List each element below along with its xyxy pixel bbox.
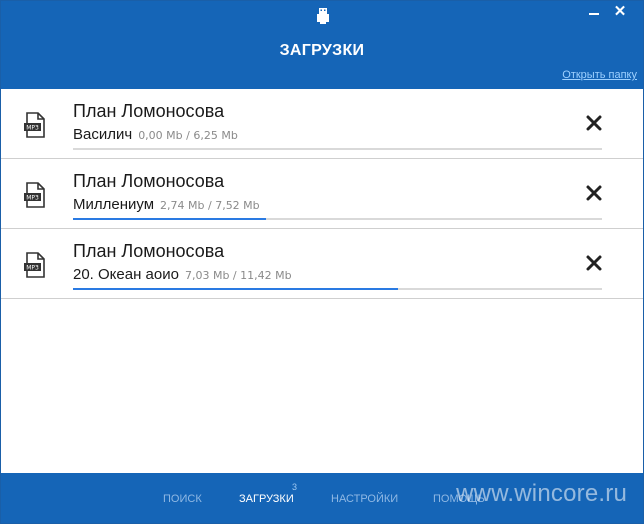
mp3-file-icon: MP3 (24, 182, 45, 208)
open-folder-link[interactable]: Открыть папку (562, 69, 637, 81)
downloads-count-badge: 3 (292, 482, 298, 492)
mp3-file-icon: MP3 (24, 252, 45, 278)
download-subtitle: Миллениум 2,74 Mb / 7,52 Mb (73, 196, 260, 213)
close-window-button[interactable]: ✕ (607, 1, 633, 21)
download-row: MP3 План Ломоносова 20. Океан аоио 7,03 M… (1, 229, 643, 299)
download-size: 0,00 Mb / 6,25 Mb (138, 129, 238, 142)
close-icon (586, 255, 602, 271)
download-row: MP3 План Ломоносова Василич 0,00 Mb / 6,2… (1, 89, 643, 159)
progress-fill (73, 218, 266, 220)
remove-download-button[interactable] (585, 184, 603, 202)
usb-drive-icon (317, 8, 329, 24)
nav-downloads[interactable]: ЗАГРУЗКИ (239, 493, 294, 505)
mp3-file-icon: MP3 (24, 112, 45, 138)
track-name: 20. Океан аоио (73, 266, 179, 283)
nav-settings[interactable]: НАСТРОЙКИ (331, 493, 398, 505)
track-name: Василич (73, 126, 133, 143)
close-icon (586, 115, 602, 131)
progress-bar (73, 148, 602, 150)
download-row: MP3 План Ломоносова Миллениум 2,74 Mb / 7… (1, 159, 643, 229)
download-size: 2,74 Mb / 7,52 Mb (160, 199, 260, 212)
app-window: ✕ ЗАГРУЗКИ Открыть папку MP3 План Ломоно… (0, 0, 644, 524)
file-type-label: MP3 (26, 195, 39, 202)
track-name: Миллениум (73, 196, 155, 213)
watermark: www.wincore.ru (456, 480, 627, 507)
downloads-list: MP3 План Ломоносова Василич 0,00 Mb / 6,2… (1, 89, 643, 299)
close-icon (586, 185, 602, 201)
minimize-button[interactable] (581, 1, 607, 21)
download-subtitle: 20. Океан аоио 7,03 Mb / 11,42 Mb (73, 266, 292, 283)
nav-search[interactable]: ПОИСК (163, 493, 202, 505)
progress-fill (73, 288, 399, 290)
remove-download-button[interactable] (585, 114, 603, 132)
remove-download-button[interactable] (585, 254, 603, 272)
page-title: ЗАГРУЗКИ (279, 42, 365, 59)
header: ✕ ЗАГРУЗКИ Открыть папку (1, 1, 643, 89)
bottom-nav-bar: ПОИСК ЗАГРУЗКИ 3 НАСТРОЙКИ ПОМОЩЬ www.wi… (1, 473, 643, 523)
download-title: План Ломоносова (73, 171, 225, 191)
download-title: План Ломоносова (73, 241, 225, 261)
window-controls: ✕ (581, 1, 633, 21)
progress-bar (73, 288, 602, 290)
file-type-label: MP3 (26, 125, 39, 132)
download-size: 7,03 Mb / 11,42 Mb (184, 269, 292, 282)
download-title: План Ломоносова (73, 101, 225, 121)
file-type-label: MP3 (26, 265, 39, 272)
download-subtitle: Василич 0,00 Mb / 6,25 Mb (73, 126, 238, 143)
minimize-icon (589, 13, 599, 15)
progress-bar (73, 218, 602, 220)
